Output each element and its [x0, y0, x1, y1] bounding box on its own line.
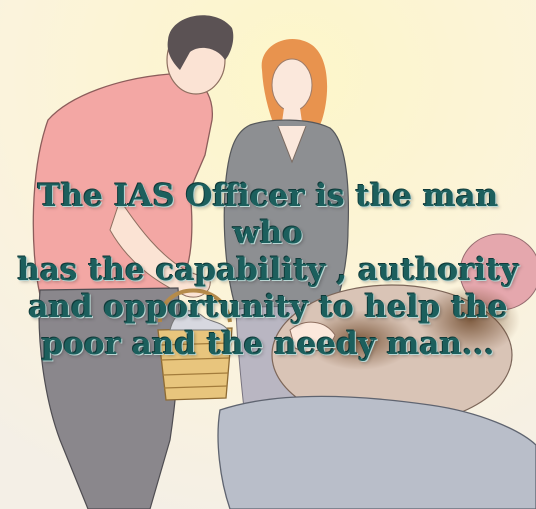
- caption-line-1: The IAS Officer is the man who: [37, 178, 499, 251]
- caption-line-4: poor and the needy man...: [41, 326, 495, 362]
- illustration: The IAS Officer is the man who has the c…: [0, 0, 536, 509]
- caption-line-3: and opportunity to help the: [28, 289, 508, 325]
- caption-quote: The IAS Officer is the man who has the c…: [0, 178, 536, 363]
- caption-line-2: has the capability , authority: [17, 252, 519, 288]
